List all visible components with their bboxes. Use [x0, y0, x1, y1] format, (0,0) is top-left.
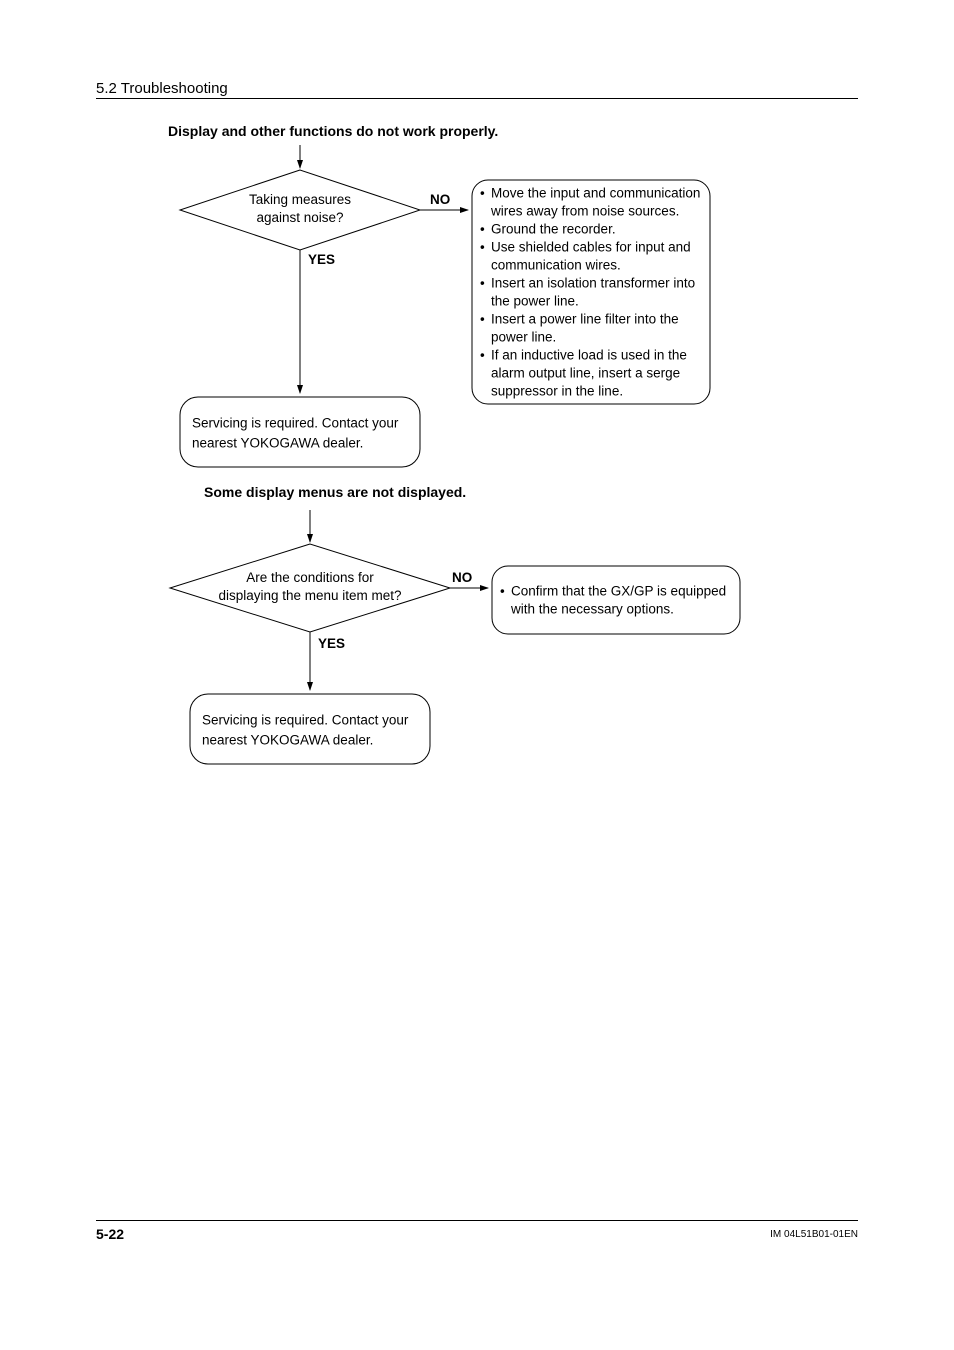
flowchart2: Are the conditions for displaying the me… [150, 500, 770, 800]
terminal-2-line1: Servicing is required. Contact your [202, 713, 409, 728]
bullet5-l2: power line. [491, 330, 556, 345]
bullet6-l2: alarm output line, insert a serge [491, 366, 680, 381]
flowchart1: Taking measures against noise? YES NO Se… [150, 140, 750, 480]
bullet5-l1: Insert a power line filter into the [491, 312, 679, 327]
bullet-dot: • [480, 348, 485, 363]
bullet-dot: • [480, 312, 485, 327]
bullet1-l1: Move the input and communication [491, 186, 700, 201]
advice-box-2 [492, 566, 740, 634]
bullet6-l1: If an inductive load is used in the [491, 348, 687, 363]
footer-page-number: 5-22 [96, 1226, 124, 1242]
decision-menu-text1: Are the conditions for [246, 570, 374, 585]
terminal-2-line2: nearest YOKOGAWA dealer. [202, 733, 373, 748]
no-label-1: NO [430, 192, 450, 207]
flowchart1-title: Display and other functions do not work … [168, 123, 498, 139]
yes-label-1: YES [308, 252, 335, 267]
bullet-dot: • [480, 276, 485, 291]
bullet6-l3: suppressor in the line. [491, 384, 623, 399]
no-label-2: NO [452, 570, 472, 585]
bullet4-l1: Insert an isolation transformer into [491, 276, 695, 291]
bullet3-l1: Use shielded cables for input and [491, 240, 691, 255]
page: 5.2 Troubleshooting Display and other fu… [0, 0, 954, 1350]
bullet-dot: • [480, 186, 485, 201]
bullet4-l2: the power line. [491, 294, 579, 309]
terminal-servicing-2 [190, 694, 430, 764]
terminal-servicing-1 [180, 397, 420, 467]
yes-label-2: YES [318, 636, 345, 651]
decision-menu-text2: displaying the menu item met? [218, 588, 401, 603]
section-header: 5.2 Troubleshooting [96, 80, 228, 97]
terminal-1-line1: Servicing is required. Contact your [192, 416, 399, 431]
terminal-1-line2: nearest YOKOGAWA dealer. [192, 436, 363, 451]
bullet-dot: • [480, 240, 485, 255]
header-rule [96, 98, 858, 99]
footer-doc-id: IM 04L51B01-01EN [770, 1229, 858, 1240]
bullet2-l1: Ground the recorder. [491, 222, 616, 237]
bullet1-l2: wires away from noise sources. [490, 204, 679, 219]
bullet2-1-l1: Confirm that the GX/GP is equipped [511, 584, 726, 599]
decision-noise-text2: against noise? [256, 210, 343, 225]
bullet2-1-l2: with the necessary options. [510, 602, 674, 617]
footer-rule [96, 1220, 858, 1221]
decision-noise-text1: Taking measures [249, 192, 351, 207]
bullet-dot: • [500, 584, 505, 599]
bullet3-l2: communication wires. [491, 258, 621, 273]
flowchart2-title: Some display menus are not displayed. [204, 484, 466, 500]
bullet-dot: • [480, 222, 485, 237]
